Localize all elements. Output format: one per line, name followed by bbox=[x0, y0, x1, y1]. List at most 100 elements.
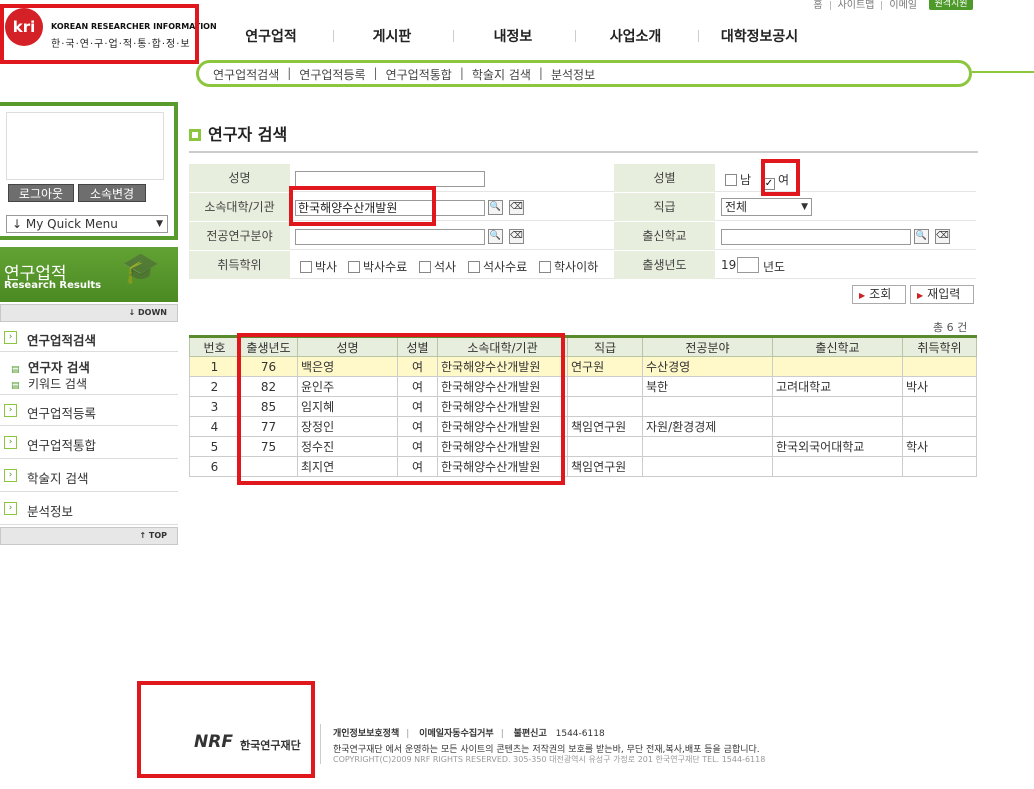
table-row[interactable]: 1 76 백은영 여 한국해양수산개발원 연구원 수산경영 bbox=[189, 356, 977, 377]
search-button[interactable]: ▶ 조회 bbox=[852, 285, 906, 304]
table-cell bbox=[772, 396, 903, 417]
table-cell[interactable]: 임지혜 bbox=[297, 396, 398, 417]
table-cell: 여 bbox=[397, 416, 438, 437]
footer-divider bbox=[320, 724, 321, 764]
submenu-researcher-search[interactable]: ▤ 연구자 검색 bbox=[11, 357, 90, 376]
nav-item-myinfo[interactable]: 내정보 bbox=[452, 26, 574, 46]
nav-item-research[interactable]: 연구업적 bbox=[210, 26, 332, 46]
submenu-keyword-search[interactable]: ▤ 키워드 검색 bbox=[11, 375, 87, 392]
org-field[interactable]: 한국해양수산개발원 bbox=[295, 200, 485, 216]
position-label: 직급 bbox=[614, 193, 715, 221]
table-cell: 학사 bbox=[902, 436, 977, 457]
table-row[interactable]: 3 85 임지혜 여 한국해양수산개발원 bbox=[189, 396, 977, 417]
table-row[interactable]: 4 77 장정인 여 한국해양수산개발원 책임연구원 자원/환경경제 bbox=[189, 416, 977, 437]
birth-year-input[interactable] bbox=[737, 257, 759, 273]
nav-item-disclosure[interactable]: 대학정보공시 bbox=[697, 26, 822, 46]
degree-label-text: 석사수료 bbox=[483, 260, 528, 274]
degree-label: 취득학위 bbox=[189, 251, 290, 279]
remote-support-button[interactable]: 원격지원 bbox=[929, 0, 973, 10]
subnav-item-journal[interactable]: 학술지 검색 bbox=[472, 66, 531, 83]
footer-link-complaint[interactable]: 불편신고 bbox=[514, 729, 547, 739]
nav-divider bbox=[333, 30, 334, 42]
male-checkbox[interactable] bbox=[725, 174, 737, 186]
degree-checkbox[interactable] bbox=[468, 261, 480, 273]
table-cell: 여 bbox=[397, 456, 438, 477]
quick-menu-label: ↓ My Quick Menu bbox=[12, 217, 118, 231]
table-cell[interactable]: 백은영 bbox=[297, 356, 398, 377]
chevron-right-icon: › bbox=[4, 502, 17, 515]
table-row[interactable]: 2 82 윤인주 여 한국해양수산개발원 북한 고려대학교 박사 bbox=[189, 376, 977, 397]
footer-copyright: COPYRIGHT(C)2009 NRF RIGHTS RESERVED. 30… bbox=[333, 755, 766, 764]
logout-button[interactable]: 로그아웃 bbox=[8, 184, 74, 202]
degree-label-text: 석사 bbox=[434, 260, 457, 274]
sidebar-item-search[interactable]: › 연구업적검색 bbox=[0, 322, 178, 352]
degree-option-bachelor[interactable]: 학사이하 bbox=[539, 258, 598, 275]
subnav-item-register[interactable]: 연구업적등록 bbox=[299, 66, 365, 83]
table-cell bbox=[902, 356, 977, 377]
male-label: 남 bbox=[740, 173, 752, 187]
subnav-item-search[interactable]: 연구업적검색 bbox=[213, 66, 279, 83]
degree-checkbox[interactable] bbox=[348, 261, 360, 273]
eraser-icon[interactable]: ⌫ bbox=[509, 200, 524, 215]
gender-label: 성별 bbox=[614, 164, 715, 192]
field-cell: 🔍 ⌫ bbox=[290, 222, 614, 250]
search-icon[interactable]: 🔍 bbox=[488, 229, 503, 244]
footer-link-email-refusal[interactable]: 이메일자동수집거부 bbox=[419, 729, 494, 739]
footer-link-privacy[interactable]: 개인정보보호정책 bbox=[333, 729, 399, 739]
name-field[interactable] bbox=[295, 171, 485, 187]
search-icon[interactable]: 🔍 bbox=[488, 200, 503, 215]
degree-option-master[interactable]: 석사 bbox=[419, 258, 456, 275]
table-row[interactable]: 5 75 정수진 여 한국해양수산개발원 한국외국어대학교 학사 bbox=[189, 436, 977, 457]
subnav-item-merge[interactable]: 연구업적통합 bbox=[386, 66, 452, 83]
sidebar-item-label: 학술지 검색 bbox=[27, 471, 89, 486]
eraser-icon[interactable]: ⌫ bbox=[935, 229, 950, 244]
degree-checkbox[interactable] bbox=[300, 261, 312, 273]
highlight-box-footer-logo bbox=[137, 681, 315, 778]
female-checkbox[interactable]: ✓ bbox=[763, 178, 775, 190]
sidebar-item-register[interactable]: › 연구업적등록 bbox=[0, 394, 178, 426]
degree-option-phd[interactable]: 박사 bbox=[300, 258, 337, 275]
down-button[interactable]: ↓ DOWN bbox=[0, 304, 178, 322]
table-cell: 6 bbox=[189, 456, 240, 477]
change-org-button[interactable]: 소속변경 bbox=[78, 184, 146, 202]
table-cell: 여 bbox=[397, 376, 438, 397]
login-box: 로그아웃 소속변경 ↓ My Quick Menu ▼ bbox=[0, 102, 178, 240]
eraser-icon[interactable]: ⌫ bbox=[509, 229, 524, 244]
table-cell: 수산경영 bbox=[642, 356, 773, 377]
school-input[interactable] bbox=[721, 229, 911, 245]
nav-item-board[interactable]: 게시판 bbox=[332, 26, 452, 46]
util-link-sitemap[interactable]: 사이트맵 bbox=[829, 0, 882, 10]
sidebar-item-merge[interactable]: › 연구업적통합 bbox=[0, 427, 178, 459]
quick-menu-select[interactable]: ↓ My Quick Menu ▼ bbox=[6, 215, 168, 233]
sidebar-item-analysis[interactable]: › 분석정보 bbox=[0, 493, 178, 525]
field-input[interactable] bbox=[295, 229, 485, 245]
util-link-home[interactable]: 홈 bbox=[806, 0, 829, 10]
gender-female-option[interactable]: ✓ 여 bbox=[763, 171, 789, 190]
table-row[interactable]: 6 최지연 여 한국해양수산개발원 책임연구원 bbox=[189, 456, 977, 477]
org-cell: 한국해양수산개발원 🔍 ⌫ bbox=[290, 193, 614, 221]
degree-checkbox[interactable] bbox=[539, 261, 551, 273]
chevron-right-icon: › bbox=[4, 331, 17, 344]
table-cell[interactable]: 정수진 bbox=[297, 436, 398, 457]
degree-option-phd-course[interactable]: 박사수료 bbox=[348, 258, 407, 275]
top-button[interactable]: ↑ TOP bbox=[0, 527, 178, 545]
degree-checkbox[interactable] bbox=[419, 261, 431, 273]
reset-button[interactable]: ▶ 재입력 bbox=[910, 285, 974, 304]
gender-male-option[interactable]: 남 bbox=[725, 171, 751, 188]
table-cell[interactable]: 윤인주 bbox=[297, 376, 398, 397]
table-cell[interactable]: 최지연 bbox=[297, 456, 398, 477]
degree-option-master-course[interactable]: 석사수료 bbox=[468, 258, 527, 275]
chevron-right-icon: › bbox=[4, 404, 17, 417]
sidebar-item-journal[interactable]: › 학술지 검색 bbox=[0, 460, 178, 492]
search-icon[interactable]: 🔍 bbox=[914, 229, 929, 244]
banner-subtitle: Research Results bbox=[4, 280, 102, 291]
util-link-email[interactable]: 이메일 bbox=[881, 0, 924, 10]
table-cell[interactable]: 장정인 bbox=[297, 416, 398, 437]
position-select[interactable]: 전체 ▼ bbox=[721, 198, 812, 216]
table-cell: 책임연구원 bbox=[567, 416, 643, 437]
nav-item-about[interactable]: 사업소개 bbox=[574, 26, 697, 46]
reset-button-label: 재입력 bbox=[927, 287, 961, 301]
list-bullet-icon: ▤ bbox=[11, 381, 20, 391]
form-row: 성명 성별 남 ✓ 여 bbox=[189, 164, 976, 193]
subnav-item-analysis[interactable]: 분석정보 bbox=[551, 66, 595, 83]
